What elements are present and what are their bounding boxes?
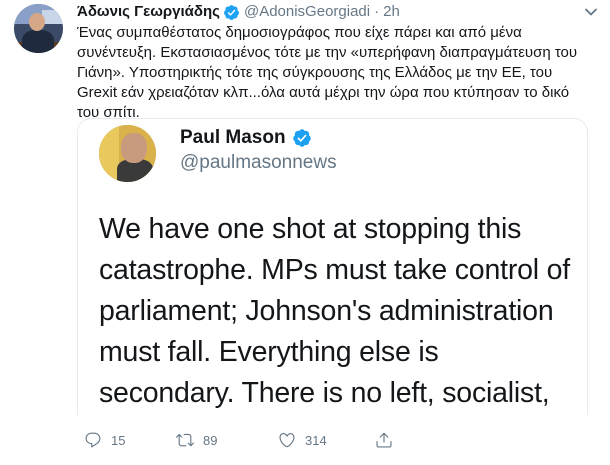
tweet-time[interactable]: 2h xyxy=(383,2,400,22)
quoted-author-name: Paul Mason xyxy=(180,127,286,148)
reply-icon xyxy=(85,432,101,448)
quoted-tweet-text: We have one shot at stopping this catast… xyxy=(99,213,570,409)
verified-badge-icon xyxy=(292,128,312,148)
heart-icon xyxy=(279,433,295,448)
retweet-count: 89 xyxy=(203,432,218,448)
tweet-actions: 15 89 314 xyxy=(84,431,604,451)
retweet-icon xyxy=(176,433,194,447)
chevron-down-icon[interactable] xyxy=(584,5,598,19)
quoted-tweet-card[interactable]: Paul Mason @paulmasonnews We have one sh… xyxy=(77,118,588,415)
retweet-button[interactable]: 89 xyxy=(176,431,217,449)
quoted-author-name-row: Paul Mason xyxy=(180,127,312,149)
tweet[interactable]: Άδωνις Γεωργιάδης @AdonisGeorgiadi · 2h … xyxy=(0,0,610,465)
author-avatar[interactable] xyxy=(14,4,63,53)
author-handle[interactable]: @AdonisGeorgiadi xyxy=(244,2,370,22)
share-icon xyxy=(376,432,392,448)
like-button[interactable]: 314 xyxy=(278,431,327,449)
reply-count: 15 xyxy=(111,432,126,448)
reply-button[interactable]: 15 xyxy=(84,431,125,449)
tweet-text: Ένας συμπαθέστατος δημοσιογράφος που είχ… xyxy=(77,24,578,121)
separator-dot: · xyxy=(374,3,380,20)
share-button[interactable] xyxy=(375,431,393,449)
like-count: 314 xyxy=(305,432,327,448)
verified-badge-icon xyxy=(223,4,240,21)
author-name[interactable]: Άδωνις Γεωργιάδης xyxy=(77,2,220,22)
quoted-author-avatar xyxy=(99,125,156,182)
tweet-header: Άδωνις Γεωργιάδης @AdonisGeorgiadi · 2h xyxy=(77,2,597,22)
quoted-author-handle: @paulmasonnews xyxy=(180,152,337,173)
